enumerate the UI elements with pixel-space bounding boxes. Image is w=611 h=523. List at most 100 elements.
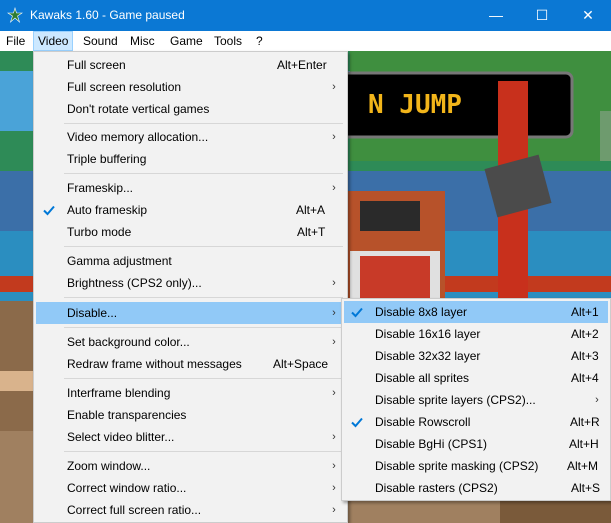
menu-item-dont-rotate[interactable]: Don't rotate vertical games <box>36 98 345 120</box>
menu-sound[interactable]: Sound <box>79 31 122 51</box>
menu-help[interactable]: ? <box>252 31 267 51</box>
check-icon <box>43 205 55 216</box>
menu-item-disable-sprite-masking[interactable]: Disable sprite masking (CPS2) Alt+M <box>344 455 608 477</box>
menu-item-triple-buffering[interactable]: Triple buffering <box>36 148 345 170</box>
menu-item-label: Correct full screen ratio... <box>67 503 202 517</box>
menu-item-label: Zoom window... <box>67 459 151 473</box>
menu-item-correct-full-screen-ratio[interactable]: Correct full screen ratio... › <box>36 499 345 521</box>
menu-item-disable-bghi[interactable]: Disable BgHi (CPS1) Alt+H <box>344 433 608 455</box>
menu-item-auto-frameskip[interactable]: Auto frameskip Alt+A <box>36 199 345 221</box>
menu-item-label: Interframe blending <box>67 386 171 400</box>
menu-item-accelerator: Alt+Space <box>273 357 329 371</box>
menu-item-zoom-window[interactable]: Zoom window... › <box>36 455 345 477</box>
menu-item-label: Disable 16x16 layer <box>375 327 481 341</box>
maximize-button[interactable]: ☐ <box>519 0 565 31</box>
menu-item-label: Full screen <box>67 58 126 72</box>
menu-item-accelerator: Alt+H <box>569 437 599 451</box>
submenu-arrow-icon: › <box>332 336 336 348</box>
menu-item-label: Disable... <box>67 306 118 320</box>
menu-game[interactable]: Game <box>166 31 207 51</box>
menu-item-disable-rowscroll[interactable]: Disable Rowscroll Alt+R <box>344 411 608 433</box>
menu-item-set-background-color[interactable]: Set background color... › <box>36 331 345 353</box>
menu-item-label: Disable rasters (CPS2) <box>375 481 498 495</box>
submenu-arrow-icon: › <box>332 431 336 443</box>
menu-item-full-screen[interactable]: Full screen Alt+Enter <box>36 54 345 76</box>
submenu-arrow-icon: › <box>332 81 336 93</box>
menu-item-brightness[interactable]: Brightness (CPS2 only)... › <box>36 272 345 294</box>
submenu-arrow-icon: › <box>332 307 336 319</box>
menu-item-accelerator: Alt+1 <box>571 305 599 319</box>
menu-item-disable-all-sprites[interactable]: Disable all sprites Alt+4 <box>344 367 608 389</box>
submenu-arrow-icon: › <box>595 394 599 406</box>
menu-item-label: Don't rotate vertical games <box>67 102 210 116</box>
menu-item-label: Disable sprite masking (CPS2) <box>375 459 539 473</box>
menu-item-label: Correct window ratio... <box>67 481 187 495</box>
submenu-arrow-icon: › <box>332 460 336 472</box>
submenu-arrow-icon: › <box>332 387 336 399</box>
submenu-arrow-icon: › <box>332 504 336 516</box>
menu-separator <box>64 451 343 452</box>
menu-item-label: Select video blitter... <box>67 430 175 444</box>
title-bar: Kawaks 1.60 - Game paused — ☐ ✕ <box>0 0 611 31</box>
submenu-arrow-icon: › <box>332 277 336 289</box>
submenu-arrow-icon: › <box>332 131 336 143</box>
menu-item-disable[interactable]: Disable... › <box>36 302 345 324</box>
menu-item-label: Enable transparencies <box>67 408 187 422</box>
menu-item-label: Frameskip... <box>67 181 134 195</box>
menu-item-disable-rasters[interactable]: Disable rasters (CPS2) Alt+S <box>344 477 608 499</box>
menu-item-accelerator: Alt+S <box>571 481 601 495</box>
menu-item-label: Full screen resolution <box>67 80 182 94</box>
menu-bar: File Video Sound Misc Game Tools ? <box>0 31 611 52</box>
menu-item-enable-transparencies[interactable]: Enable transparencies <box>36 404 345 426</box>
kawaks-app-icon <box>7 7 23 23</box>
menu-item-frameskip[interactable]: Frameskip... › <box>36 177 345 199</box>
menu-item-disable-8x8[interactable]: Disable 8x8 layer Alt+1 <box>344 301 608 323</box>
menu-video[interactable]: Video <box>33 31 74 51</box>
menu-item-select-video-blitter[interactable]: Select video blitter... › <box>36 426 345 448</box>
menu-separator <box>64 378 343 379</box>
check-icon <box>351 307 363 318</box>
menu-separator <box>64 246 343 247</box>
menu-item-label: Gamma adjustment <box>67 254 172 268</box>
menu-item-label: Disable all sprites <box>375 371 470 385</box>
minimize-button[interactable]: — <box>473 0 519 31</box>
submenu-arrow-icon: › <box>332 182 336 194</box>
menu-item-label: Turbo mode <box>67 225 132 239</box>
menu-item-accelerator: Alt+A <box>296 203 326 217</box>
close-button[interactable]: ✕ <box>565 0 611 31</box>
menu-misc[interactable]: Misc <box>126 31 159 51</box>
menu-item-label: Auto frameskip <box>67 203 148 217</box>
menu-item-correct-window-ratio[interactable]: Correct window ratio... › <box>36 477 345 499</box>
menu-item-accelerator: Alt+R <box>570 415 600 429</box>
menu-item-accelerator: Alt+4 <box>571 371 599 385</box>
menu-item-gamma-adjustment[interactable]: Gamma adjustment <box>36 250 345 272</box>
menu-item-redraw-frame[interactable]: Redraw frame without messages Alt+Space <box>36 353 345 375</box>
menu-tools[interactable]: Tools <box>210 31 246 51</box>
menu-item-disable-sprite-layers[interactable]: Disable sprite layers (CPS2)... › <box>344 389 608 411</box>
menu-item-label: Disable sprite layers (CPS2)... <box>375 393 536 407</box>
menu-item-accelerator: Alt+T <box>297 225 326 239</box>
menu-item-disable-32x32[interactable]: Disable 32x32 layer Alt+3 <box>344 345 608 367</box>
menu-separator <box>64 297 343 298</box>
menu-item-label: Triple buffering <box>67 152 147 166</box>
menu-item-label: Video memory allocation... <box>67 130 209 144</box>
menu-file[interactable]: File <box>2 31 29 51</box>
menu-item-label: Disable Rowscroll <box>375 415 471 429</box>
menu-item-full-screen-resolution[interactable]: Full screen resolution › <box>36 76 345 98</box>
game-banner-text: N JUMP <box>368 90 462 120</box>
menu-item-interframe-blending[interactable]: Interframe blending › <box>36 382 345 404</box>
menu-item-label: Disable BgHi (CPS1) <box>375 437 488 451</box>
menu-item-video-memory[interactable]: Video memory allocation... › <box>36 126 345 148</box>
menu-item-disable-16x16[interactable]: Disable 16x16 layer Alt+2 <box>344 323 608 345</box>
menu-item-label: Redraw frame without messages <box>67 357 242 371</box>
menu-item-accelerator: Alt+M <box>567 459 599 473</box>
submenu-arrow-icon: › <box>332 482 336 494</box>
disable-submenu: Disable 8x8 layer Alt+1 Disable 16x16 la… <box>341 298 611 501</box>
menu-item-turbo-mode[interactable]: Turbo mode Alt+T <box>36 221 345 243</box>
video-menu: Full screen Alt+Enter Full screen resolu… <box>33 51 348 523</box>
menu-item-label: Brightness (CPS2 only)... <box>67 276 202 290</box>
menu-item-accelerator: Alt+2 <box>571 327 599 341</box>
menu-item-label: Disable 32x32 layer <box>375 349 481 363</box>
menu-separator <box>64 173 343 174</box>
menu-item-accelerator: Alt+Enter <box>277 58 327 72</box>
